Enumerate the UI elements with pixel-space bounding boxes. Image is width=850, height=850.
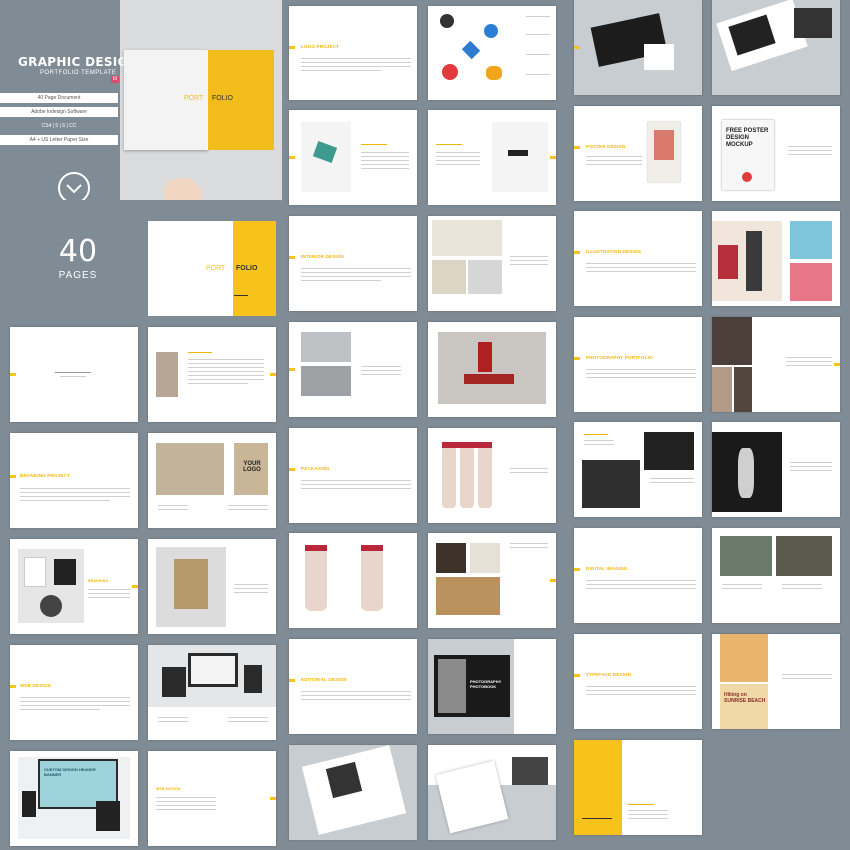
page-packaging-bottles-2 <box>289 533 417 628</box>
page-interior-red <box>428 322 556 417</box>
hand-image <box>164 178 202 200</box>
section-poster: POSTER DESIGN <box>586 144 626 149</box>
cover-left-word: PORT <box>184 95 204 102</box>
section-web: WEB DESIGN <box>20 683 52 688</box>
hero-book-mockup: PORT FOLIO <box>124 50 274 200</box>
page-notebook <box>148 539 276 634</box>
indesign-badge: Id <box>111 76 119 83</box>
page-branding-mockup: YOUR LOGO <box>148 433 276 528</box>
your-logo-text: YOUR LOGO <box>243 461 261 473</box>
section-editorial: EDITORIAL DESIGN <box>301 677 347 682</box>
page-logo-bird <box>289 110 417 205</box>
page-photography-dancer <box>712 422 840 517</box>
page-typeface-posters: Hiking on SUNRISE BEACH <box>712 634 840 729</box>
page-web-devices <box>148 645 276 740</box>
section-interior: INTERIOR DESIGN <box>301 254 345 259</box>
cover-right-word: FOLIO <box>212 95 234 102</box>
feature-paper: A4 + US Letter Paper Size <box>0 135 118 145</box>
page-interior-rooms <box>289 322 417 417</box>
page-branding: BRANDING PROJECT <box>10 433 138 528</box>
page-count-label: PAGES <box>58 270 98 281</box>
cover2-right: FOLIO <box>236 265 258 272</box>
cover2-left: PORT <box>206 265 226 272</box>
page-interior-chairs <box>428 216 556 311</box>
section-logo: LOGO PROJECT <box>301 44 340 49</box>
section-digital: DIGITAL IMAGING <box>586 566 628 571</box>
page-poster-mockup: FREE POSTER DESIGN MOCKUP <box>712 106 840 201</box>
page-illustration-art <box>712 211 840 306</box>
page-packaging-box <box>428 533 556 628</box>
page-digital-imaging-art <box>712 528 840 623</box>
page-intro <box>10 327 138 422</box>
page-brochure <box>574 0 702 95</box>
page-logos <box>428 6 556 100</box>
page-web-design: WEB DESIGN <box>10 645 138 740</box>
feature-pages: 40 Page Document <box>0 93 118 103</box>
chevron-down-icon[interactable] <box>58 172 90 200</box>
page-photography-bw <box>574 422 702 517</box>
poster-mockup-text: FREE POSTER DESIGN MOCKUP <box>726 128 769 148</box>
page-editorial-design: EDITORIAL DESIGN <box>289 639 417 734</box>
page-typeface-design: TYPEFACE DESIGN <box>574 634 702 729</box>
page-packaging: PACKAGING <box>289 428 417 523</box>
hero-banner: GRAPHIC DESIGN PORTFOLIO TEMPLATE Id 40 … <box>0 0 282 200</box>
page-logo-project: LOGO PROJECT <box>289 6 417 100</box>
page-web-text: WEB DESIGN <box>148 751 276 846</box>
section-packaging: PACKAGING <box>301 466 330 471</box>
summer-typeface-text: Hiking on SUNRISE BEACH <box>724 692 766 704</box>
page-illustration-design: ILLUSTRATION DESIGN <box>574 211 702 306</box>
page-magazine-spread-2 <box>428 745 556 840</box>
page-stationery: BRANDING <box>10 539 138 634</box>
page-photobook: PHOTOGRAPHY PHOTOBOOK <box>428 639 556 734</box>
section-branding: BRANDING PROJECT <box>20 473 70 478</box>
page-packaging-bottles <box>428 428 556 523</box>
page-brochure-2 <box>712 0 840 95</box>
section-illustration: ILLUSTRATION DESIGN <box>586 249 641 254</box>
page-web-banner: CUSTOM DESIGN HEADER BANNER <box>10 751 138 846</box>
page-poster-design: POSTER DESIGN <box>574 106 702 201</box>
page-photography-models <box>712 317 840 412</box>
page-interior-design: INTERIOR DESIGN <box>289 216 417 311</box>
hero-title: GRAPHIC DESIGN <box>18 55 139 69</box>
page-count-number: 40 <box>58 234 98 269</box>
hero-subtitle: PORTFOLIO TEMPLATE <box>40 70 117 76</box>
back-cover <box>574 740 702 835</box>
page-magazine-spread <box>289 745 417 840</box>
page-logo-wings <box>428 110 556 205</box>
page-digital-imaging: DIGITAL IMAGING <box>574 528 702 623</box>
cover-page: PORT FOLIO <box>148 221 276 316</box>
feature-versions: CS4 | 5 | 6 | CC <box>41 123 77 129</box>
photobook-text: PHOTOGRAPHY PHOTOBOOK <box>470 679 502 689</box>
page-photography-portfolio: PHOTOGRAPHY PORTFOLIO <box>574 317 702 412</box>
feature-software: Adobe Indesign Software <box>0 107 118 117</box>
section-typeface: TYPEFACE DESIGN <box>586 672 632 677</box>
page-about <box>148 327 276 422</box>
web-banner-text: CUSTOM DESIGN HEADER BANNER <box>44 767 96 777</box>
section-photography: PHOTOGRAPHY PORTFOLIO <box>586 355 653 360</box>
